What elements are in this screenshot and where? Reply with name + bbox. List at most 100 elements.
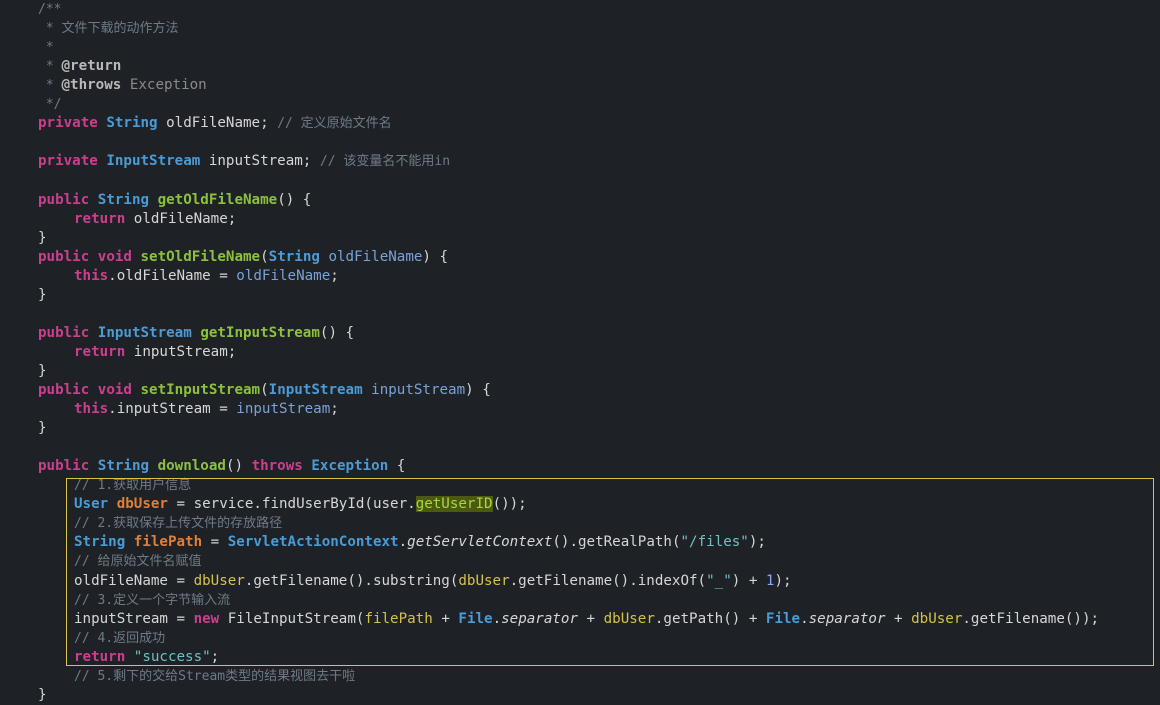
token-plain: . [398,534,408,551]
token-plain: .getFilename().indexOf( [509,572,707,589]
token-localdecl: dbUser [116,496,168,513]
token-kw: this [74,267,109,284]
token-type: String [268,248,320,265]
token-localuse: dbUser [193,572,245,589]
token-plain: () { [277,191,312,208]
token-plain: } [38,420,47,437]
token-comment: // 3.定义一个字节输入流 [74,592,231,608]
token-tag: @return [61,58,122,75]
token-static: separator [808,610,886,627]
token-param: oldFileName [236,267,331,284]
token-comment: * [38,59,62,75]
line-create-inputstream: inputStream = new FileInputStream(filePa… [74,610,1099,629]
token-field: oldFileName; [125,210,237,227]
line-comment-step2: // 2.获取保存上传文件的存放路径 [74,514,282,533]
line-assign-oldfilename: this.oldFileName = oldFileName; [74,267,339,286]
token-plain: ( [260,248,269,265]
line-download-signature: public String download() throws Exceptio… [38,457,405,476]
token-plain: .getFilename()); [962,610,1100,627]
token-plain: .getPath() + [654,610,766,627]
line-return-oldfilename: return oldFileName; [74,210,236,229]
token-localuse: dbUser [911,610,963,627]
token-plain: } [38,229,47,246]
token-comment: 文件下载的动作方法 [61,21,179,37]
token-plain: .getFilename().substring( [244,572,459,589]
token-kw: private [38,153,98,170]
line-close-brace: } [38,229,47,248]
token-kw: public [38,458,90,475]
token-comment: * [38,40,54,56]
line-setter-oldfilename: public void setOldFileName(String oldFil… [38,248,448,267]
token-plain: } [38,362,47,379]
line-javadoc-throws: * @throws Exception [38,76,207,95]
token-kw: new [193,610,220,627]
token-commenttype: Exception [121,77,207,94]
token-plain: ; [330,267,339,284]
token-string: "success" [133,648,211,665]
line-get-filepath: String filePath = ServletActionContext.g… [74,533,766,552]
token-comment: // 给原始文件名赋值 [74,554,202,570]
token-kw: public [38,248,90,265]
line-javadoc-close: */ [38,95,62,114]
token-field: oldFileName; [157,115,278,132]
token-type: File [458,610,493,627]
token-kw: public [38,382,90,398]
token-type: String [97,458,150,475]
token-static: getServletContext [407,534,553,551]
token-type: User [74,496,109,513]
line-close-brace: } [38,286,47,305]
token-plain: } [38,686,47,703]
token-plain: ()); [492,496,527,513]
token-type: InputStream [106,153,201,170]
token-comment: // 1.获取用户信息 [74,478,192,494]
token-comment: * [38,78,62,94]
code-editor[interactable]: /** * 文件下载的动作方法 * * @return * @throws Ex… [0,0,1160,705]
token-type: Exception [311,458,389,475]
token-type: String [106,115,158,132]
line-javadoc-open: /** [38,0,61,19]
line-close-brace: } [38,419,47,438]
token-kw: throws [251,458,303,475]
token-plain: + [432,610,459,627]
token-type: InputStream [268,382,363,398]
line-getter-oldfilename: public String getOldFileName() { [38,191,311,210]
token-plain: ) + [731,572,766,589]
token-plain: } [38,286,47,303]
token-localuse: dbUser [603,610,655,627]
token-kw: return [74,343,126,360]
token-kw: void [97,248,132,265]
token-comment: /** [38,2,62,17]
line-getter-inputstream: public InputStream getInputStream() { [38,324,354,343]
token-plain: { [388,458,406,475]
token-static: separator [501,610,578,627]
line-field-oldfilename: private String oldFileName; // 定义原始文件名 [38,114,392,133]
line-close-brace: } [38,362,47,381]
token-type: File [765,610,801,627]
token-kw: public [38,324,90,341]
token-kw: private [38,115,98,132]
token-comment: // 2.获取保存上传文件的存放路径 [74,516,283,532]
token-field: .inputStream = [108,401,237,418]
token-plain: ( [260,382,269,398]
line-return-inputstream: return inputStream; [74,343,236,362]
token-kw: return [74,210,126,227]
token-kw: void [97,382,132,398]
token-kw: this [74,401,109,418]
token-param: oldFileName [328,248,423,265]
token-method: setInputStream [140,382,261,398]
token-field: .oldFileName = [108,267,237,284]
token-plain: . [800,610,809,627]
token-param: inputStream [371,382,466,398]
token-plain: . [492,610,502,627]
token-plain: + [578,610,604,627]
token-kw: public [38,191,90,208]
token-localuse: filePath [364,610,433,627]
token-plain: ); [774,572,792,589]
token-plain: ().getRealPath( [552,534,681,551]
token-method: setOldFileName [140,248,261,265]
token-method: getOldFileName [157,191,278,208]
line-field-inputstream: private InputStream inputStream; // 该变量名… [38,152,450,171]
